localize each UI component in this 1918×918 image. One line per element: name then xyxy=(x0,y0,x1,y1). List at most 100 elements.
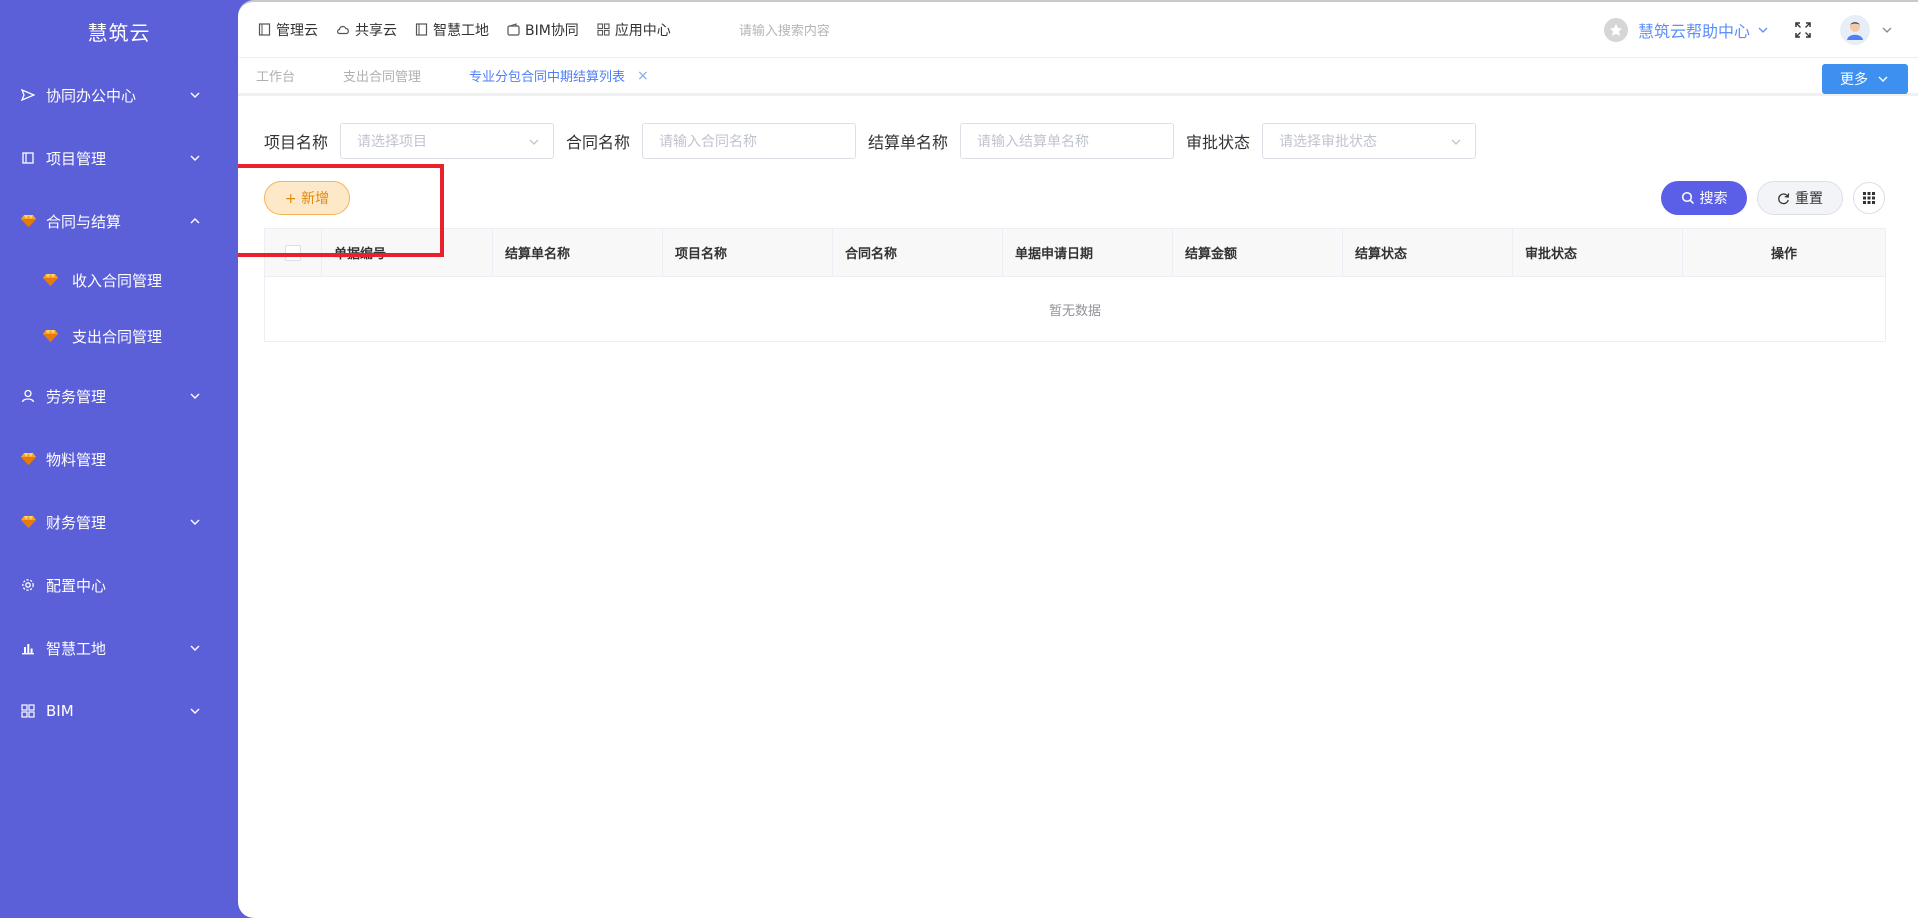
top-nav-share-cloud[interactable]: 共享云 xyxy=(336,20,397,40)
column-settings-button[interactable] xyxy=(1853,182,1885,214)
gem-icon xyxy=(20,451,36,467)
main-panel: 管理云 共享云 智慧工地 BIM协同 应用中心 请输入搜索内容 慧筑云帮助中心 … xyxy=(238,0,1918,918)
chevron-down-icon xyxy=(1451,139,1461,145)
sidebar-item-finance[interactable]: 财务管理 xyxy=(0,502,238,542)
bar-chart-icon xyxy=(20,640,36,656)
sidebar-item-income-contract[interactable]: 收入合同管理 xyxy=(0,260,238,300)
sidebar-item-bim[interactable]: BIM xyxy=(0,691,238,731)
grid-icon xyxy=(1863,192,1875,204)
sidebar-item-label: 支出合同管理 xyxy=(72,327,163,346)
reset-label: 重置 xyxy=(1795,191,1823,207)
filter-label-contract: 合同名称 xyxy=(566,133,631,152)
tabs-bar: 工作台 支出合同管理 专业分包合同中期结算列表 × 更多 xyxy=(238,58,1918,96)
settlement-name-placeholder: 请输入结算单名称 xyxy=(977,134,1090,150)
sidebar-item-label: 劳务管理 xyxy=(46,387,107,406)
apps-icon xyxy=(597,23,610,36)
filter-label-project: 项目名称 xyxy=(264,133,329,152)
sidebar-item-material[interactable]: 物料管理 xyxy=(0,439,238,479)
sidebar-item-contract-settlement[interactable]: 合同与结算 xyxy=(0,201,238,241)
sidebar-item-label: 智慧工地 xyxy=(46,639,107,658)
sidebar-item-label: 物料管理 xyxy=(46,450,107,469)
sidebar-item-label: 项目管理 xyxy=(46,149,107,168)
chevron-up-icon xyxy=(190,218,200,224)
top-right: 慧筑云帮助中心 xyxy=(1603,2,1894,58)
grid-icon xyxy=(20,703,36,719)
top-search-input[interactable]: 请输入搜索内容 xyxy=(739,20,830,39)
filter-bar: 项目名称 请选择项目 合同名称 请输入合同名称 结算单名称 请输入结算单名称 审… xyxy=(264,123,1488,159)
empty-state: 暂无数据 xyxy=(1048,303,1101,319)
column-header[interactable]: 合同名称 xyxy=(833,229,1003,276)
column-header[interactable]: 结算单名称 xyxy=(493,229,663,276)
user-icon xyxy=(20,388,36,404)
search-button[interactable]: 搜索 xyxy=(1661,181,1747,215)
fullscreen-icon[interactable] xyxy=(1794,21,1812,39)
document-icon xyxy=(415,23,428,36)
search-icon xyxy=(1681,191,1694,205)
send-icon xyxy=(20,87,36,103)
top-nav-bim[interactable]: BIM协同 xyxy=(507,20,579,40)
top-nav-label: 智慧工地 xyxy=(433,22,489,39)
chevron-down-icon xyxy=(190,393,200,399)
settlement-table: 单据编号 结算单名称 项目名称 合同名称 单据申请日期 结算金额 结算状态 审批… xyxy=(264,228,1886,342)
column-header: 操作 xyxy=(1770,247,1797,262)
chevron-down-icon[interactable] xyxy=(1880,23,1894,37)
sidebar-item-collab-office[interactable]: 协同办公中心 xyxy=(0,75,238,115)
tab-workbench[interactable]: 工作台 xyxy=(256,66,295,85)
sidebar: 慧筑云 协同办公中心 项目管理 合同与结算 收入合同管理 支出合同管理 劳务管理… xyxy=(0,0,238,918)
more-button[interactable]: 更多 xyxy=(1822,64,1908,94)
cloud-icon xyxy=(337,25,349,35)
project-select-placeholder: 请选择项目 xyxy=(357,134,428,150)
top-nav-label: BIM协同 xyxy=(525,22,579,39)
tab-settlement-list[interactable]: 专业分包合同中期结算列表 × xyxy=(469,66,649,86)
reset-button[interactable]: 重置 xyxy=(1757,181,1843,215)
top-nav-management-cloud[interactable]: 管理云 xyxy=(258,20,318,40)
gem-icon xyxy=(42,328,58,344)
sidebar-item-label: 合同与结算 xyxy=(46,212,122,231)
wallet-icon xyxy=(507,23,520,36)
top-nav-label: 共享云 xyxy=(355,22,397,39)
brand-title: 慧筑云 xyxy=(87,21,151,45)
filter-label-approval: 审批状态 xyxy=(1186,133,1251,152)
chevron-down-icon xyxy=(190,645,200,651)
sidebar-item-config[interactable]: 配置中心 xyxy=(0,565,238,605)
avatar[interactable] xyxy=(1840,15,1870,45)
filter-label-settlement: 结算单名称 xyxy=(868,133,949,152)
chevron-down-icon xyxy=(1878,76,1888,82)
document-icon xyxy=(258,23,271,36)
tab-expense-contract[interactable]: 支出合同管理 xyxy=(343,66,421,85)
sidebar-item-smart-site[interactable]: 智慧工地 xyxy=(0,628,238,668)
contract-name-placeholder: 请输入合同名称 xyxy=(659,134,758,150)
column-header[interactable]: 审批状态 xyxy=(1513,229,1683,276)
top-nav-smart-site[interactable]: 智慧工地 xyxy=(415,20,489,40)
column-header[interactable]: 单据申请日期 xyxy=(1003,229,1173,276)
sidebar-item-label: 财务管理 xyxy=(46,513,107,532)
chevron-down-icon xyxy=(1758,27,1768,33)
refresh-icon xyxy=(1778,192,1790,204)
contract-name-input[interactable]: 请输入合同名称 xyxy=(642,123,857,159)
project-select[interactable]: 请选择项目 xyxy=(340,123,555,159)
help-logo-icon xyxy=(1603,18,1628,42)
column-header[interactable]: 结算状态 xyxy=(1343,229,1513,276)
top-nav-app-center[interactable]: 应用中心 xyxy=(597,20,671,40)
column-header[interactable]: 项目名称 xyxy=(663,229,833,276)
sidebar-item-expense-contract[interactable]: 支出合同管理 xyxy=(0,316,238,356)
sidebar-item-label: 收入合同管理 xyxy=(72,271,163,290)
table-header: 单据编号 结算单名称 项目名称 合同名称 单据申请日期 结算金额 结算状态 审批… xyxy=(265,229,1885,277)
approval-status-placeholder: 请选择审批状态 xyxy=(1279,134,1378,150)
sidebar-item-project[interactable]: 项目管理 xyxy=(0,138,238,178)
gear-icon xyxy=(20,577,36,593)
search-label: 搜索 xyxy=(1699,191,1728,207)
top-nav: 管理云 共享云 智慧工地 BIM协同 应用中心 xyxy=(258,20,689,40)
chevron-down-icon xyxy=(190,92,200,98)
close-icon[interactable]: × xyxy=(637,68,649,84)
help-center-dropdown[interactable]: 慧筑云帮助中心 xyxy=(1603,18,1770,42)
approval-status-select[interactable]: 请选择审批状态 xyxy=(1262,123,1477,159)
chevron-down-icon xyxy=(190,708,200,714)
settlement-name-input[interactable]: 请输入结算单名称 xyxy=(960,123,1175,159)
gem-icon xyxy=(42,272,58,288)
book-icon xyxy=(20,150,36,166)
top-bar: 管理云 共享云 智慧工地 BIM协同 应用中心 请输入搜索内容 慧筑云帮助中心 xyxy=(238,2,1918,58)
sidebar-item-labor[interactable]: 劳务管理 xyxy=(0,376,238,416)
column-header[interactable]: 结算金额 xyxy=(1173,229,1343,276)
chevron-down-icon xyxy=(190,155,200,161)
